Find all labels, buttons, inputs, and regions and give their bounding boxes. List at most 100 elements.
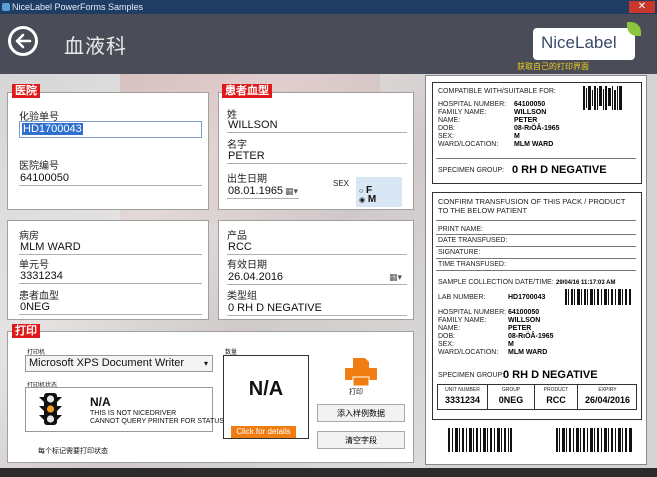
- datamatrix-code: [583, 86, 622, 110]
- lbl-hosp-no-value: 64100050: [514, 101, 546, 108]
- calendar-dropdown-icon[interactable]: ▦▾: [389, 272, 402, 283]
- table-cell-product: RCC: [546, 395, 566, 405]
- hospital-section-title: 医院: [12, 84, 40, 98]
- lbl2-family-value: WILLSON: [508, 317, 541, 324]
- divider: [436, 270, 636, 271]
- logo-text: NiceLabel: [541, 33, 617, 52]
- expiry-field[interactable]: 26.04.2016: [227, 270, 407, 285]
- radio-empty-icon: ○: [359, 188, 364, 195]
- printer-icon: [345, 358, 377, 387]
- lbl2-spec-value: 0 RH D NEGATIVE: [503, 369, 598, 381]
- lbl2-family-key: FAMILY NAME:: [438, 317, 487, 324]
- printer-select[interactable]: Microsoft XPS Document Writer ▾: [25, 355, 213, 372]
- lbl-family-key: FAMILY NAME:: [438, 109, 487, 116]
- divider: [436, 258, 636, 259]
- confirm-line1: CONFIRM TRANSFUSION OF THIS PACK / PRODU…: [438, 197, 626, 206]
- name-field[interactable]: PETER: [227, 149, 407, 164]
- lbl2-dob-key: DOB:: [438, 333, 456, 340]
- time-transfused-line: TIME TRANSFUSED:: [438, 261, 506, 268]
- unit-number-field[interactable]: 3331234: [19, 269, 202, 284]
- type-group-label: 类型组: [227, 291, 257, 302]
- dob-label: 出生日期: [227, 174, 267, 185]
- lbl-specgroup-value: 0 RH D NEGATIVE: [512, 164, 607, 176]
- lbl2-name-value: PETER: [508, 325, 532, 332]
- nicelabel-logo: NiceLabel: [533, 22, 641, 60]
- hospital-number-field[interactable]: 64100050: [19, 171, 202, 186]
- print-button-label: 打印: [349, 389, 363, 396]
- lbl2-name-key: NAME:: [438, 325, 461, 332]
- arrow-left-icon: [15, 33, 32, 49]
- date-transfused-line: DATE TRANSFUSED:: [438, 237, 508, 244]
- lab-number-barcode: [565, 289, 631, 305]
- close-button[interactable]: ✕: [629, 1, 655, 13]
- queue-status-text: 每个标记需要打印状态: [38, 448, 108, 455]
- window-titlebar: NiceLabel PowerForms Samples ✕: [0, 0, 657, 14]
- window-title: NiceLabel PowerForms Samples: [12, 2, 144, 12]
- calendar-dropdown-icon[interactable]: ▦▾: [285, 186, 298, 197]
- lbl-sex-value: M: [514, 133, 520, 140]
- lab-number-key: LAB NUMBER:: [438, 294, 486, 301]
- insert-sample-data-button[interactable]: 添入样例数据: [317, 404, 405, 422]
- lbl2-hosp-value: 64100050: [508, 309, 540, 316]
- lbl-ward-value: MLM WARD: [514, 141, 554, 148]
- lbl2-hosp-key: HOSPITAL NUMBER:: [438, 309, 507, 316]
- lbl-name-value: PETER: [514, 117, 538, 124]
- lbl-hosp-no-key: HOSPITAL NUMBER:: [438, 101, 507, 108]
- divider: [436, 234, 636, 235]
- printer-selected-value: Microsoft XPS Document Writer: [29, 357, 185, 369]
- test-number-input[interactable]: HD1700043: [19, 121, 202, 138]
- sample-collection-key: SAMPLE COLLECTION DATE/TIME:: [438, 279, 554, 286]
- sex-m-radio[interactable]: ◉ M: [359, 195, 376, 205]
- table-header-unit: UNIT NUMBER: [445, 387, 480, 393]
- patient-section-title: 患者血型: [222, 84, 272, 98]
- type-group-field[interactable]: 0 RH D NEGATIVE: [227, 301, 407, 316]
- logo-subtitle-link[interactable]: 获取自己的打印界面: [517, 61, 589, 72]
- bottom-bar: [0, 468, 657, 477]
- sample-collection-value: 29/04/16 11:17:03 AM: [556, 280, 616, 286]
- lbl-specgroup-key: SPECIMEN GROUP:: [438, 167, 505, 174]
- table-header-group: GROUP: [501, 387, 521, 393]
- click-for-details-link[interactable]: Click for details: [231, 426, 296, 438]
- divider: [436, 158, 636, 159]
- page-title: 血液科: [64, 34, 127, 58]
- traffic-light-icon: [38, 392, 63, 426]
- lbl-name-key: NAME:: [438, 117, 461, 124]
- product-field[interactable]: RCC: [227, 240, 407, 255]
- expiry-value: 26.04.2016: [228, 271, 284, 283]
- radio-selected-icon: ◉: [359, 197, 366, 204]
- sex-label: SEX: [333, 179, 350, 188]
- printer-status-msg1: THIS IS NOT NICEDRIVER: [90, 410, 177, 417]
- clear-fields-button[interactable]: 清空字段: [317, 431, 405, 449]
- table-cell-group: 0NEG: [498, 395, 524, 405]
- print-name-line: PRINT NAME:: [438, 226, 483, 233]
- ward-field[interactable]: MLM WARD: [19, 240, 202, 255]
- bottom-barcode-right: [556, 428, 632, 452]
- lbl2-sex-key: SEX:: [438, 341, 454, 348]
- print-section-title: 打印: [12, 324, 40, 338]
- confirm-line2: TO THE BELOW PATIENT: [438, 206, 528, 215]
- compat-title: COMPATIBLE WITH/SUITABLE FOR:: [438, 88, 556, 95]
- lbl2-dob-value: 08-RıÖÂ-1965: [508, 333, 554, 340]
- surname-field[interactable]: WILLSON: [227, 118, 407, 133]
- printer-status-msg2: CANNOT QUERY PRINTER FOR STATUS: [90, 418, 224, 425]
- patient-blood-field[interactable]: 0NEG: [19, 300, 202, 315]
- chevron-down-icon: ▾: [203, 359, 208, 368]
- lbl2-ward-value: MLM WARD: [508, 349, 548, 356]
- lbl-ward-key: WARD/LOCATION:: [438, 141, 499, 148]
- lbl2-sex-value: M: [508, 341, 514, 348]
- table-header-expiry: EXPIRY: [598, 387, 617, 393]
- table-cell-expiry: 26/04/2016: [584, 395, 631, 405]
- expiry-label: 有效日期: [227, 260, 267, 271]
- hospital-number-label: 医院编号: [19, 161, 59, 172]
- table-cell-unit: 3331234: [444, 395, 481, 405]
- bottom-barcode-left: [448, 428, 512, 452]
- back-button[interactable]: [8, 26, 38, 56]
- lbl-family-value: WILLSON: [514, 109, 547, 116]
- app-icon: [2, 3, 10, 11]
- lbl-dob-key: DOB:: [438, 125, 456, 132]
- divider: [436, 246, 636, 247]
- quantity-value: N/A: [248, 378, 284, 400]
- lbl-sex-key: SEX:: [438, 133, 454, 140]
- print-button[interactable]: 打印: [343, 358, 379, 396]
- table-header-product: PRODUCT: [543, 387, 569, 393]
